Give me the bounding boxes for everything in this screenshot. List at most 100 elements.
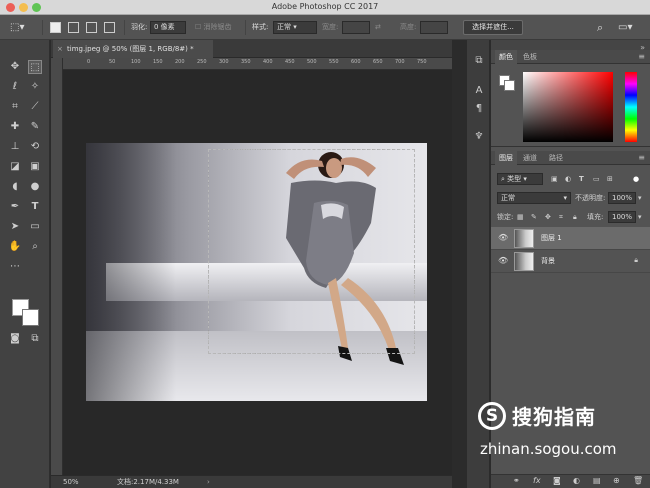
filter-type-icon[interactable]: T xyxy=(579,170,584,188)
style-select[interactable]: 正常 ▾ xyxy=(273,21,317,34)
paragraph-panel-icon[interactable]: ¶ xyxy=(472,102,486,116)
lock-transparent-icon[interactable]: ▦ xyxy=(517,208,524,226)
magic-wand-tool-icon[interactable]: ✧ xyxy=(28,80,42,94)
history-brush-tool-icon[interactable]: ⟲ xyxy=(28,140,42,154)
eraser-tool-icon[interactable]: ◪ xyxy=(8,160,22,174)
close-tab-icon[interactable]: × xyxy=(57,40,63,58)
filter-kind-label: 类型 xyxy=(507,175,522,183)
link-layers-icon[interactable]: ⚭ xyxy=(513,476,520,485)
blur-tool-icon[interactable]: ◖ xyxy=(8,180,22,194)
filter-pixel-icon[interactable]: ▣ xyxy=(551,170,558,188)
ruler-number: 100 xyxy=(131,59,141,65)
panel-menu-icon[interactable]: ≡ xyxy=(638,52,645,61)
pen-tool-icon[interactable]: ✒ xyxy=(8,200,22,214)
background-color-swatch[interactable] xyxy=(22,309,39,326)
fill-input[interactable]: 100% xyxy=(608,211,636,223)
lock-label: 锁定: xyxy=(497,213,514,221)
ruler-number: 400 xyxy=(263,59,273,65)
quick-mask-icon[interactable]: ◙ xyxy=(8,332,22,346)
canvas-area[interactable] xyxy=(63,70,452,475)
path-selection-tool-icon[interactable]: ➤ xyxy=(8,220,22,234)
ruler-number: 550 xyxy=(329,59,339,65)
crop-tool-icon[interactable]: ⌗ xyxy=(8,100,22,114)
add-mask-icon[interactable]: ◙ xyxy=(553,476,561,485)
lock-position-icon[interactable]: ✥ xyxy=(545,208,551,226)
panel-menu-icon[interactable]: ≡ xyxy=(638,153,645,162)
filter-adjustment-icon[interactable]: ◐ xyxy=(565,170,571,188)
intersect-selection-icon[interactable] xyxy=(104,22,115,33)
opacity-dropdown-icon[interactable]: ▾ xyxy=(638,189,642,207)
marquee-preset-icon[interactable]: ⬚▾ xyxy=(10,15,24,40)
delete-layer-icon[interactable]: 🗑︎ xyxy=(633,476,643,485)
panel-background-swatch[interactable] xyxy=(504,80,515,91)
blend-mode-select[interactable]: 正常 ▾ xyxy=(497,192,571,204)
tab-swatches[interactable]: 色板 xyxy=(519,50,541,64)
color-panel: » 颜色 色板 ≡ xyxy=(491,40,650,146)
move-tool-icon[interactable]: ✥ xyxy=(8,60,22,74)
lasso-tool-icon[interactable]: ℓ xyxy=(8,80,22,94)
clone-stamp-tool-icon[interactable]: ⊥ xyxy=(8,140,22,154)
tab-channels[interactable]: 通道 xyxy=(519,151,541,165)
filter-shape-icon[interactable]: ▭ xyxy=(593,170,600,188)
brush-tool-icon[interactable]: ✎ xyxy=(28,120,42,134)
filter-kind-select[interactable]: ⌕ 类型 ▾ xyxy=(497,173,543,185)
tab-paths[interactable]: 路径 xyxy=(545,151,567,165)
filter-toggle-icon[interactable]: ● xyxy=(633,170,639,188)
hue-slider[interactable] xyxy=(625,72,637,142)
search-icon[interactable]: ⌕ xyxy=(597,15,603,40)
color-picker-field[interactable] xyxy=(523,72,613,142)
feather-label: 羽化: xyxy=(131,23,148,31)
zoom-level[interactable]: 50% xyxy=(63,476,79,488)
layer-style-icon[interactable]: fx xyxy=(533,476,541,485)
healing-brush-tool-icon[interactable]: ✚ xyxy=(8,120,22,134)
edit-toolbar-icon[interactable]: ⋯ xyxy=(8,260,22,274)
layer-name[interactable]: 图层 1 xyxy=(541,227,562,250)
add-selection-icon[interactable] xyxy=(68,22,79,33)
gradient-tool-icon[interactable]: ▣ xyxy=(28,160,42,174)
screen-mode-icon[interactable]: ⧉ xyxy=(28,332,42,346)
new-selection-icon[interactable] xyxy=(50,22,61,33)
layer-row[interactable]: 👁︎ 图层 1 xyxy=(491,227,650,250)
subtract-selection-icon[interactable] xyxy=(86,22,97,33)
layer-name[interactable]: 背景 xyxy=(541,250,555,273)
height-input[interactable] xyxy=(420,21,448,34)
anti-alias-checkbox[interactable]: ☐ 消除锯齿 xyxy=(195,15,232,40)
visibility-eye-icon[interactable]: 👁︎ xyxy=(498,233,508,242)
ruler-number: 700 xyxy=(395,59,405,65)
type-tool-icon[interactable]: T xyxy=(28,200,42,214)
selection-marquee[interactable] xyxy=(208,149,415,354)
properties-panel-icon[interactable]: ♆ xyxy=(472,130,486,144)
feather-input[interactable]: 0 像素 xyxy=(150,21,186,34)
document-size: 文档:2.17M/4.33M xyxy=(117,478,179,486)
filter-smart-object-icon[interactable]: ⊞ xyxy=(607,170,613,188)
rectangular-marquee-tool-icon[interactable]: ⬚ xyxy=(28,60,42,74)
opacity-input[interactable]: 100% xyxy=(608,192,636,204)
select-and-mask-button[interactable]: 选择并遮住... xyxy=(463,20,523,35)
tab-layers[interactable]: 图层 xyxy=(495,151,517,165)
divider xyxy=(245,20,246,35)
lock-image-icon[interactable]: ✎ xyxy=(531,208,537,226)
new-layer-icon[interactable]: ⊕ xyxy=(613,476,620,485)
visibility-eye-icon[interactable]: 👁︎ xyxy=(498,256,508,265)
rectangle-tool-icon[interactable]: ▭ xyxy=(28,220,42,234)
lock-artboard-icon[interactable]: ⌗ xyxy=(559,208,563,226)
lock-all-icon[interactable]: 🔒︎ xyxy=(573,208,577,226)
dodge-tool-icon[interactable]: ● xyxy=(28,180,42,194)
swap-icon[interactable]: ⇄ xyxy=(375,15,381,40)
fill-dropdown-icon[interactable]: ▾ xyxy=(638,208,642,226)
width-input[interactable] xyxy=(342,21,370,34)
layer-row[interactable]: 👁︎ 背景 🔒︎ xyxy=(491,250,650,273)
layers-panel-footer: ⚭ fx ◙ ◐ ▤ ⊕ 🗑︎ xyxy=(491,474,650,488)
character-panel-icon[interactable]: A xyxy=(472,84,486,98)
status-menu-icon[interactable]: › xyxy=(207,476,210,488)
workspace-icon[interactable]: ▭▾ xyxy=(618,15,632,40)
tab-color[interactable]: 颜色 xyxy=(495,50,517,64)
vertical-ruler xyxy=(51,58,63,475)
history-panel-icon[interactable]: ⧉ xyxy=(472,54,486,68)
adjustment-layer-icon[interactable]: ◐ xyxy=(573,476,580,485)
document-tab[interactable]: × timg.jpeg @ 50% (图层 1, RGB/8#) * xyxy=(53,40,213,58)
zoom-tool-icon[interactable]: ⌕ xyxy=(28,240,42,254)
new-group-icon[interactable]: ▤ xyxy=(593,476,601,485)
hand-tool-icon[interactable]: ✋ xyxy=(8,240,22,254)
eyedropper-tool-icon[interactable]: ⟋ xyxy=(28,100,42,114)
